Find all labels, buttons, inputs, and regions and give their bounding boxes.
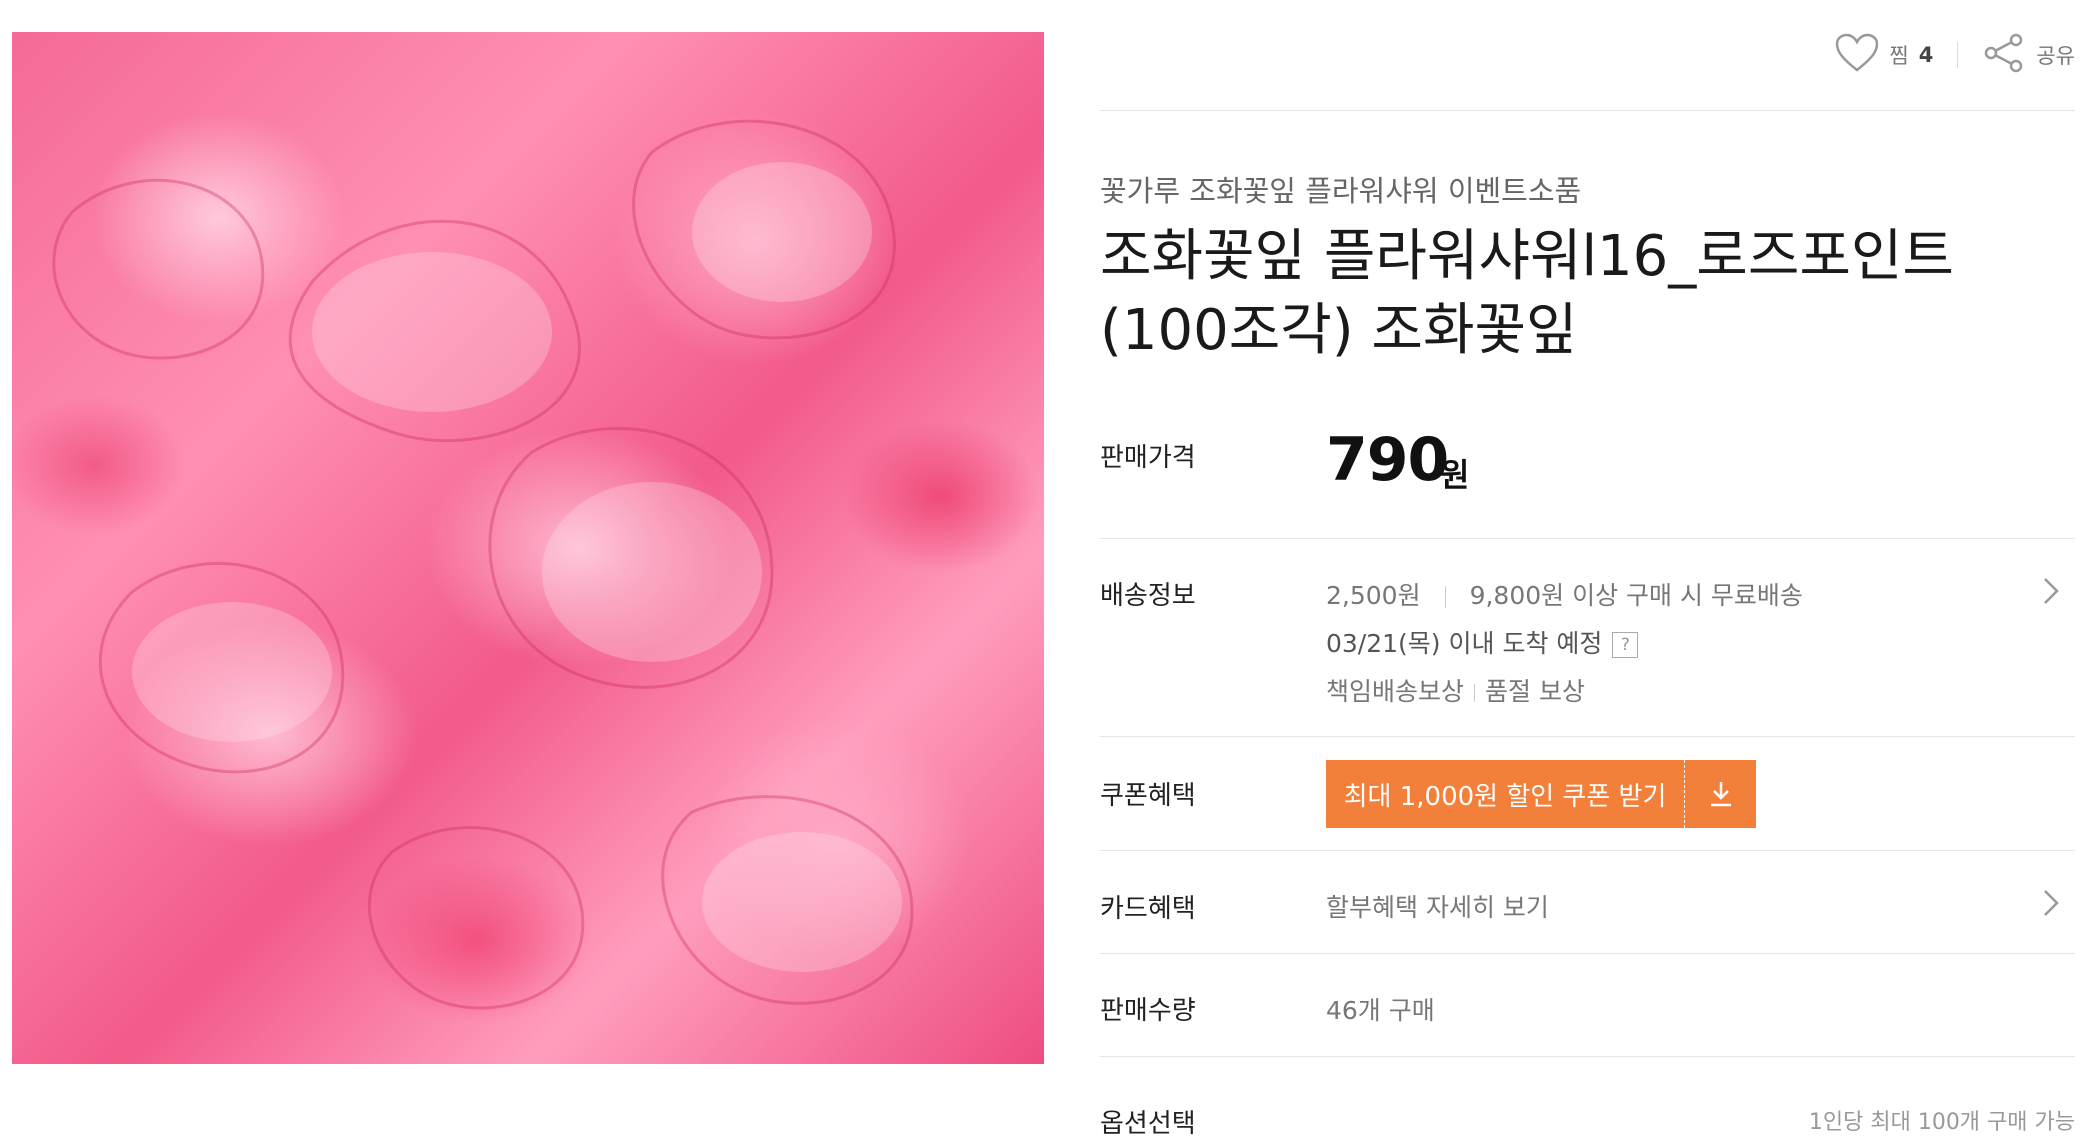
top-actions: 찜 4 공유 [1835, 30, 2075, 80]
price-value: 790 [1326, 425, 1449, 495]
arrival-line: 03/21(목) 이내 도착 예정? [1326, 624, 1639, 660]
wish-count: 4 [1918, 43, 1934, 67]
free-shipping-condition: 9,800원 이상 구매 시 무료배송 [1469, 581, 1803, 610]
sales-label: 판매수량 [1100, 996, 1196, 1026]
download-icon [1685, 779, 1756, 809]
divider [1100, 538, 2075, 539]
divider [1100, 953, 2075, 954]
price-unit: 원 [1440, 456, 1470, 494]
heart-icon [1835, 33, 1879, 78]
purchase-limit: 1인당 최대 100개 구매 가능 [1808, 1110, 2075, 1135]
coupon-label: 쿠폰혜택 [1100, 781, 1196, 811]
card-label: 카드혜택 [1100, 894, 1196, 924]
wish-button[interactable]: 찜 4 [1835, 33, 1933, 78]
product-title: 조화꽃잎 플라워샤워l16_로즈포인트 (100조각) 조화꽃잎 [1100, 224, 1954, 363]
product-image [12, 32, 1044, 1064]
share-button[interactable]: 공유 [1982, 33, 2075, 78]
card-benefit-link[interactable]: 할부혜택 자세히 보기 [1326, 888, 1549, 924]
responsible-delivery-link[interactable]: 책임배송보상 [1326, 677, 1464, 706]
shipping-chevron-right-icon[interactable] [2041, 576, 2061, 610]
arrival-estimate: 03/21(목) 이내 도착 예정 [1326, 629, 1603, 658]
shipping-fee: 2,500원 [1326, 581, 1421, 610]
product-info-panel: 찜 4 공유 꽃가루 조화꽃잎 플라워샤워 이벤트소품 조화꽃잎 플라워샤워l1… [1100, 0, 2075, 1147]
shipping-fee-line: 2,500원 9,800원 이상 구매 시 무료배송 [1326, 576, 1803, 612]
price-label: 판매가격 [1100, 443, 1196, 473]
divider [1100, 850, 2075, 851]
options-label: 옵션선택 [1100, 1109, 1196, 1139]
divider [1100, 1056, 2075, 1057]
divider [1100, 110, 2075, 111]
sales-count: 46개 구매 [1326, 996, 1435, 1025]
card-chevron-right-icon[interactable] [2041, 888, 2061, 922]
actions-divider [1957, 42, 1959, 68]
guarantee-line: 책임배송보상 품절 보상 [1326, 672, 1585, 708]
share-label: 공유 [2036, 44, 2075, 68]
share-icon [1982, 33, 2026, 78]
soldout-compensation-link[interactable]: 품절 보상 [1485, 677, 1585, 706]
coupon-download-button[interactable]: 최대 1,000원 할인 쿠폰 받기 [1326, 760, 1756, 828]
product-category[interactable]: 꽃가루 조화꽃잎 플라워샤워 이벤트소품 [1100, 168, 1581, 210]
separator [1474, 684, 1476, 702]
separator [1444, 586, 1446, 608]
divider [1100, 736, 2075, 737]
shipping-label: 배송정보 [1100, 581, 1196, 611]
coupon-button-label: 최대 1,000원 할인 쿠폰 받기 [1343, 781, 1667, 812]
help-icon[interactable]: ? [1612, 632, 1639, 658]
rose-petals-graphic [52, 119, 914, 1010]
wish-label: 찜 [1889, 44, 1909, 68]
